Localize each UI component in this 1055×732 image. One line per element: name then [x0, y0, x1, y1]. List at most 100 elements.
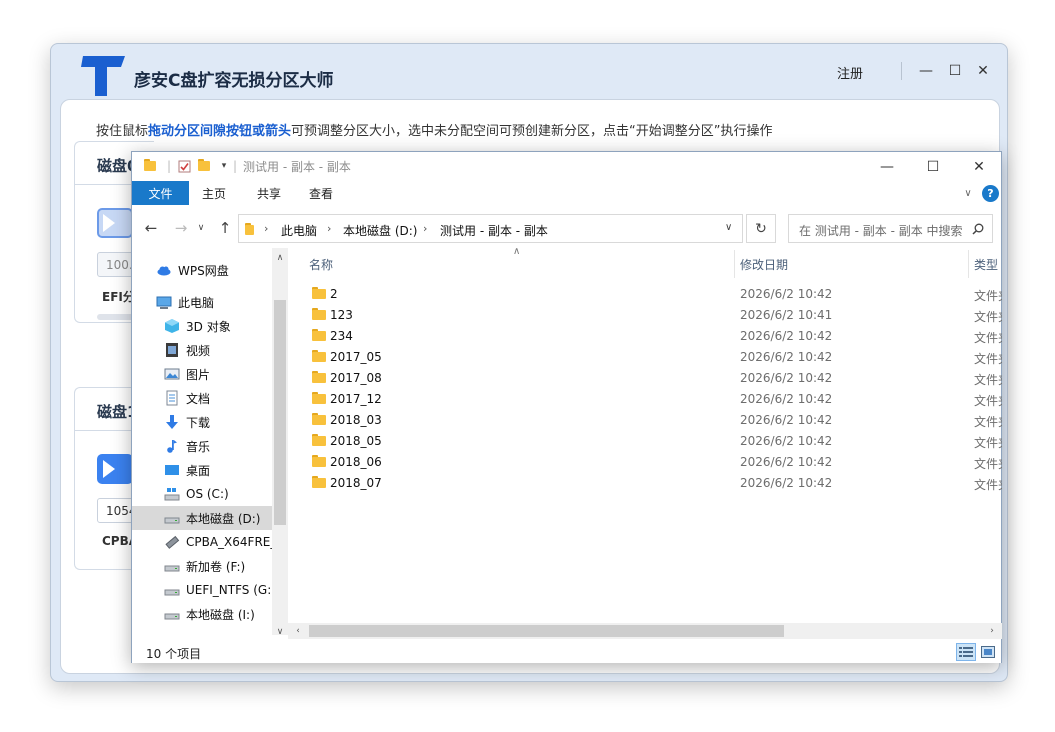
file-name: 123	[330, 308, 353, 322]
column-header-type[interactable]: 类型	[974, 256, 998, 273]
file-row[interactable]: 2017_12 2026/6/2 10:42 文件夹	[302, 389, 1002, 410]
scroll-down-icon[interactable]: ∨	[272, 624, 288, 635]
nav-item-label: 下载	[186, 415, 211, 430]
forward-arrow-icon[interactable]: →	[170, 216, 192, 240]
nav-item-this-pc[interactable]: 此电脑	[132, 290, 272, 314]
breadcrumb-current-folder[interactable]: 测试用 - 副本 - 副本	[440, 222, 548, 239]
qa-customize-icon[interactable]: ▾	[218, 157, 230, 175]
search-box[interactable]: 在 测试用 - 副本 - 副本 中搜索	[788, 214, 993, 243]
tab-file[interactable]: 文件	[132, 181, 189, 205]
file-type: 文件夹	[974, 373, 1002, 387]
file-type: 文件夹	[974, 289, 1002, 303]
register-button[interactable]: 注册	[837, 63, 863, 82]
tab-home[interactable]: 主页	[189, 181, 239, 205]
app-logo-icon	[81, 56, 125, 96]
qa-divider: |	[232, 159, 238, 173]
nav-item-drive-d[interactable]: 本地磁盘 (D:)	[132, 506, 272, 530]
play-icon	[103, 460, 115, 478]
file-name: 2	[330, 287, 338, 301]
nav-item-drive-f[interactable]: 新加卷 (F:)	[132, 554, 272, 578]
nav-item-downloads[interactable]: 下载	[132, 410, 272, 434]
file-row[interactable]: 2018_06 2026/6/2 10:42 文件夹	[302, 452, 1002, 473]
details-view-icon[interactable]	[956, 643, 976, 661]
file-name: 2018_06	[330, 455, 382, 469]
disk-play-button[interactable]	[97, 454, 133, 484]
download-icon	[164, 414, 180, 430]
nav-item-drive-g[interactable]: UEFI_NTFS (G:)	[132, 578, 272, 602]
app-minimize-button[interactable]: —	[914, 59, 938, 83]
nav-pane-scroll-thumb[interactable]	[274, 300, 286, 525]
nav-pane-scrollbar[interactable]: ∧ ∨	[272, 248, 288, 635]
file-name: 2017_12	[330, 392, 382, 406]
nav-item-usb-drive[interactable]: CPBA_X64FRE_2	[132, 530, 272, 554]
file-row[interactable]: 2017_05 2026/6/2 10:42 文件夹	[302, 347, 1002, 368]
sort-ascending-icon: ∧	[513, 246, 521, 257]
nav-item-desktop[interactable]: 桌面	[132, 458, 272, 482]
address-dropdown-icon[interactable]: ∨	[725, 222, 732, 233]
nav-item-music[interactable]: 音乐	[132, 434, 272, 458]
explorer-maximize-button[interactable]: ☐	[910, 154, 956, 180]
column-divider[interactable]	[734, 250, 735, 278]
folder-icon	[312, 350, 326, 362]
breadcrumb-drive-d[interactable]: 本地磁盘 (D:)	[343, 222, 417, 239]
column-header-modified[interactable]: 修改日期	[740, 256, 788, 273]
file-modified: 2026/6/2 10:42	[740, 329, 833, 343]
file-row[interactable]: 123 2026/6/2 10:41 文件夹	[302, 305, 1002, 326]
nav-item-3d-objects[interactable]: 3D 对象	[132, 314, 272, 338]
column-divider[interactable]	[968, 250, 969, 278]
scroll-up-icon[interactable]: ∧	[272, 250, 288, 266]
scroll-left-icon[interactable]: ‹	[290, 623, 306, 639]
recent-locations-icon[interactable]: ∨	[194, 216, 208, 240]
folder-icon	[312, 308, 326, 320]
breadcrumb-separator: ›	[327, 222, 332, 235]
nav-item-label: 本地磁盘 (I:)	[186, 607, 255, 622]
nav-item-label: 图片	[186, 367, 211, 382]
file-row[interactable]: 2018_03 2026/6/2 10:42 文件夹	[302, 410, 1002, 431]
nav-item-label: WPS网盘	[178, 263, 229, 278]
file-type: 文件夹	[974, 352, 1002, 366]
new-folder-icon[interactable]	[196, 157, 212, 175]
nav-item-documents[interactable]: 文档	[132, 386, 272, 410]
nav-item-drive-c[interactable]: OS (C:)	[132, 482, 272, 506]
disk-play-button[interactable]	[97, 208, 133, 238]
column-header-name[interactable]: 名称	[309, 256, 333, 273]
address-folder-icon	[245, 223, 254, 235]
app-maximize-button[interactable]: ☐	[943, 59, 967, 83]
search-icon	[972, 223, 984, 235]
nav-item-drive-i[interactable]: 本地磁盘 (I:)	[132, 602, 272, 626]
nav-item-label: UEFI_NTFS (G:)	[186, 583, 272, 597]
file-row[interactable]: 2018_05 2026/6/2 10:42 文件夹	[302, 431, 1002, 452]
file-row[interactable]: 2018_07 2026/6/2 10:42 文件夹	[302, 473, 1002, 494]
file-modified: 2026/6/2 10:42	[740, 413, 833, 427]
navigation-bar: ← → ∨ ↑ › 此电脑 › 本地磁盘 (D:) › 测试用 - 副本 - 副…	[132, 208, 1001, 248]
explorer-minimize-button[interactable]: —	[864, 154, 910, 180]
hscroll-thumb[interactable]	[309, 625, 784, 637]
scroll-right-icon[interactable]: ›	[984, 623, 1000, 639]
file-row[interactable]: 2017_08 2026/6/2 10:42 文件夹	[302, 368, 1002, 389]
app-close-button[interactable]: ✕	[971, 59, 995, 83]
explorer-close-button[interactable]: ✕	[956, 154, 1002, 180]
large-icons-view-icon[interactable]	[978, 643, 998, 661]
instruction-suffix: 可预调整分区大小，选中未分配空间可预创建新分区，点击“开始调整分区”执行操作	[291, 124, 773, 139]
refresh-icon[interactable]: ↻	[746, 214, 776, 243]
file-row[interactable]: 234 2026/6/2 10:42 文件夹	[302, 326, 1002, 347]
file-name: 234	[330, 329, 353, 343]
tab-view[interactable]: 查看	[296, 181, 346, 205]
nav-item-label: 3D 对象	[186, 319, 231, 334]
nav-item-label: 此电脑	[178, 295, 215, 310]
properties-icon[interactable]	[176, 157, 192, 175]
tab-share[interactable]: 共享	[244, 181, 294, 205]
file-list-hscrollbar[interactable]: ‹ ›	[288, 623, 1002, 639]
file-name: 2018_05	[330, 434, 382, 448]
file-row[interactable]: 2 2026/6/2 10:42 文件夹	[302, 284, 1002, 305]
nav-item-wps[interactable]: WPS网盘	[132, 258, 272, 282]
ribbon-expand-icon[interactable]: ∨	[960, 181, 976, 205]
nav-item-videos[interactable]: 视频	[132, 338, 272, 362]
breadcrumb-this-pc[interactable]: 此电脑	[281, 222, 317, 239]
up-arrow-icon[interactable]: ↑	[214, 216, 236, 240]
nav-item-pictures[interactable]: 图片	[132, 362, 272, 386]
address-bar[interactable]: › 此电脑 › 本地磁盘 (D:) › 测试用 - 副本 - 副本 ∨	[238, 214, 743, 243]
ribbon: 文件 主页 共享 查看 ∨ ?	[132, 181, 1001, 205]
back-arrow-icon[interactable]: ←	[140, 216, 162, 240]
help-icon[interactable]: ?	[982, 185, 999, 202]
